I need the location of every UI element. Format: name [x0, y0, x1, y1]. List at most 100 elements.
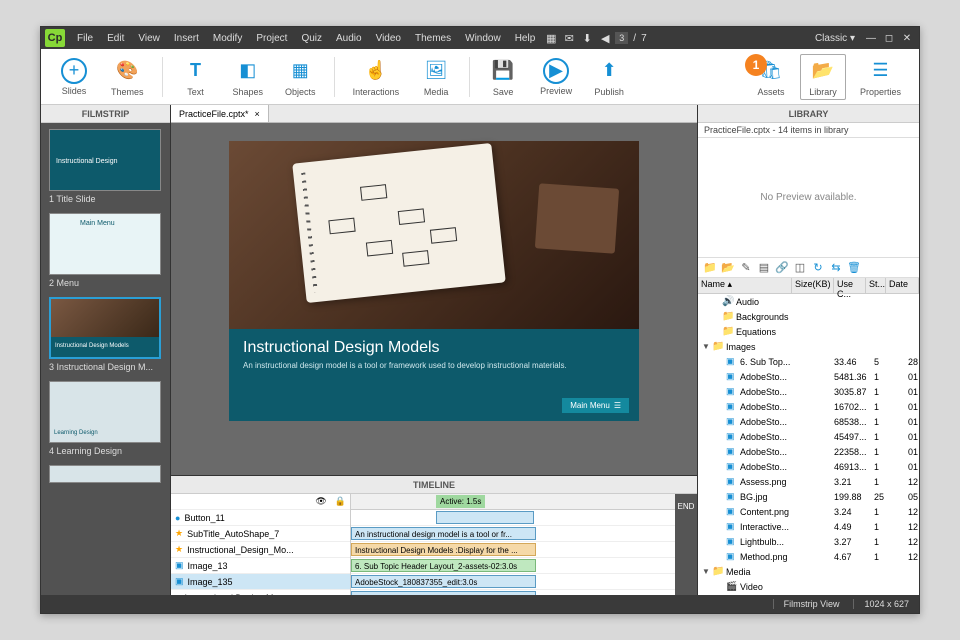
- slides-button[interactable]: +Slides: [51, 56, 97, 98]
- slide-caption: Instructional Design Models An instructi…: [229, 329, 639, 421]
- library-item[interactable]: ▣AdobeSto...45497...101: [698, 429, 919, 444]
- folder-backgrounds[interactable]: 📁Backgrounds: [698, 309, 919, 324]
- save-button[interactable]: 💾Save: [480, 55, 526, 99]
- notebook-graphic: [292, 143, 506, 303]
- timeline-end: END: [675, 494, 697, 595]
- timeline-row[interactable]: ★SubTitle_AutoShape_7: [171, 526, 350, 542]
- library-tree[interactable]: 🔊Audio 📁Backgrounds 📁Equations ▼📁Images …: [698, 294, 919, 595]
- close-button[interactable]: ✕: [899, 31, 915, 45]
- status-view: Filmstrip View: [773, 599, 840, 609]
- filmstrip-slide-5[interactable]: [49, 465, 162, 483]
- menu-project[interactable]: Project: [250, 33, 293, 44]
- menu-file[interactable]: File: [71, 33, 99, 44]
- library-item[interactable]: ▣Assess.png3.21112: [698, 474, 919, 489]
- menu-quiz[interactable]: Quiz: [295, 33, 328, 44]
- library-header: LIBRARY: [698, 105, 919, 123]
- main-menu-button[interactable]: Main Menu☰: [562, 398, 629, 413]
- prev-icon[interactable]: ◀: [597, 31, 613, 45]
- library-item[interactable]: ▣Method.png4.67112: [698, 549, 919, 564]
- themes-button[interactable]: 🎨Themes: [103, 55, 152, 99]
- col-st[interactable]: St...: [866, 278, 886, 293]
- shapes-button[interactable]: ◧Shapes: [225, 55, 272, 99]
- save-icon: 💾: [489, 57, 517, 85]
- preview-button[interactable]: ▶Preview: [532, 56, 580, 98]
- folder-media[interactable]: ▼📁Media: [698, 564, 919, 579]
- tab-bar: PracticeFile.cptx*×: [171, 105, 697, 123]
- props-icon[interactable]: ▤: [756, 260, 772, 276]
- menu-insert[interactable]: Insert: [168, 33, 205, 44]
- library-item[interactable]: ▣AdobeSto...3035.87101: [698, 384, 919, 399]
- menu-window[interactable]: Window: [459, 33, 507, 44]
- slide-view[interactable]: Instructional Design Models An instructi…: [229, 141, 639, 421]
- library-item[interactable]: ▣Content.png3.24112: [698, 504, 919, 519]
- filmstrip-slide-4[interactable]: Learning Design4 Learning Design: [49, 381, 162, 461]
- page-current[interactable]: 3: [615, 32, 628, 44]
- filmstrip-panel: FILMSTRIP Instructional Design1 Title Sl…: [41, 105, 171, 595]
- library-item[interactable]: ▣BG.jpg199.882505: [698, 489, 919, 504]
- filmstrip-slide-2[interactable]: Main Menu2 Menu: [49, 213, 162, 293]
- interactions-button[interactable]: ☝Interactions: [345, 55, 408, 99]
- col-name[interactable]: Name ▴: [698, 278, 792, 293]
- edit-icon[interactable]: ✎: [738, 260, 754, 276]
- col-date[interactable]: Date: [886, 278, 919, 293]
- timeline-tracks[interactable]: Active: 1.5s An instructional design mod…: [351, 494, 697, 595]
- delete-icon[interactable]: 🗑: [846, 260, 862, 276]
- library-preview: No Preview available.: [698, 138, 919, 258]
- canvas[interactable]: Instructional Design Models An instructi…: [171, 123, 697, 475]
- lock-icon[interactable]: 🔒: [335, 496, 346, 507]
- properties-button[interactable]: ☰Properties: [852, 55, 909, 99]
- library-button[interactable]: 📂Library: [800, 54, 846, 100]
- menu-edit[interactable]: Edit: [101, 33, 130, 44]
- timeline-row[interactable]: ▣Image_13: [171, 558, 350, 574]
- workspace-dropdown[interactable]: Classic ▾: [809, 33, 861, 44]
- layout-icon[interactable]: ▦: [543, 31, 559, 45]
- download-icon[interactable]: ⬇: [579, 31, 595, 45]
- library-item[interactable]: ▣Interactive...4.49112: [698, 519, 919, 534]
- menu-icon: ☰: [866, 57, 894, 85]
- timeline-row[interactable]: ★Instructional_Design_Mo...: [171, 542, 350, 558]
- library-item[interactable]: ▣Lightbulb...3.27112: [698, 534, 919, 549]
- library-item[interactable]: ▣AdobeSto...16702...101: [698, 399, 919, 414]
- objects-button[interactable]: ▦Objects: [277, 55, 324, 99]
- select-icon[interactable]: ◫: [792, 260, 808, 276]
- open-icon[interactable]: 📂: [720, 260, 736, 276]
- mail-icon[interactable]: ✉: [561, 31, 577, 45]
- eye-icon[interactable]: 👁: [315, 496, 326, 507]
- media-video[interactable]: 🎬Video: [698, 579, 919, 594]
- folder-audio[interactable]: 🔊Audio: [698, 294, 919, 309]
- library-item[interactable]: ▣AdobeSto...46913...101: [698, 459, 919, 474]
- folder-icon[interactable]: 📁: [702, 260, 718, 276]
- publish-button[interactable]: ⬆Publish: [586, 55, 632, 99]
- link-icon[interactable]: 🔗: [774, 260, 790, 276]
- menu-modify[interactable]: Modify: [207, 33, 248, 44]
- refresh-icon[interactable]: ↻: [810, 260, 826, 276]
- filmstrip-slide-1[interactable]: Instructional Design1 Title Slide: [49, 129, 162, 209]
- library-item[interactable]: ▣AdobeSto...68538...101: [698, 414, 919, 429]
- menu-audio[interactable]: Audio: [330, 33, 368, 44]
- col-size[interactable]: Size(KB): [792, 278, 834, 293]
- status-bar: Filmstrip View 1024 x 627: [41, 595, 919, 613]
- slide-subtitle: An instructional design model is a tool …: [243, 361, 625, 370]
- folder-images[interactable]: ▼📁Images: [698, 339, 919, 354]
- folder-equations[interactable]: 📁Equations: [698, 324, 919, 339]
- maximize-button[interactable]: ◻: [881, 31, 897, 45]
- menu-video[interactable]: Video: [370, 33, 407, 44]
- filmstrip-slide-3[interactable]: Instructional Design Models3 Instruction…: [49, 297, 162, 377]
- menu-themes[interactable]: Themes: [409, 33, 457, 44]
- timeline-row[interactable]: ●Button_11: [171, 510, 350, 526]
- menu-view[interactable]: View: [132, 33, 166, 44]
- tab-practicefile[interactable]: PracticeFile.cptx*×: [171, 105, 269, 122]
- text-button[interactable]: TText: [173, 55, 219, 99]
- timeline-row[interactable]: ▣Image_135: [171, 574, 350, 590]
- sync-icon[interactable]: ⇆: [828, 260, 844, 276]
- slide-title: Instructional Design Models: [243, 339, 625, 357]
- image-icon: 🖼: [422, 57, 450, 85]
- menu-help[interactable]: Help: [509, 33, 542, 44]
- tab-close-icon[interactable]: ×: [255, 109, 260, 119]
- col-use[interactable]: Use C...: [834, 278, 866, 293]
- library-item[interactable]: ▣AdobeSto...5481.36101: [698, 369, 919, 384]
- minimize-button[interactable]: —: [863, 31, 879, 45]
- library-item[interactable]: ▣AdobeSto...22358...101: [698, 444, 919, 459]
- media-button[interactable]: 🖼Media: [413, 55, 459, 99]
- library-item[interactable]: ▣6. Sub Top...33.46528: [698, 354, 919, 369]
